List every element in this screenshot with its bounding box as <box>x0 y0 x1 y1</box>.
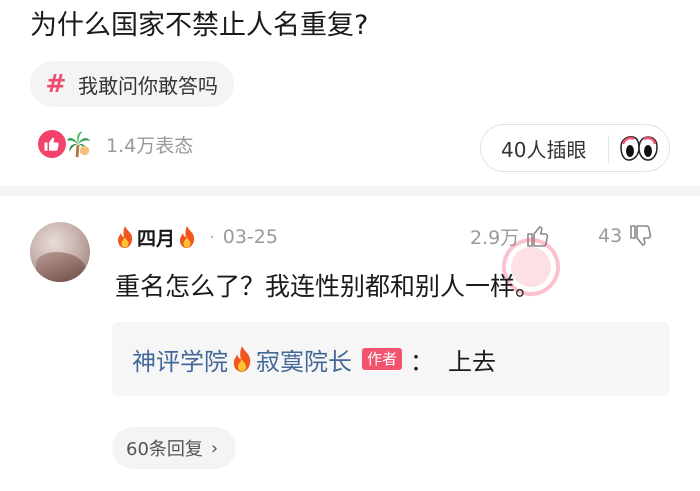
author-badge: 作者 <box>362 348 403 370</box>
meta-separator-dot: · <box>209 226 215 248</box>
thumbs-down-icon <box>630 225 652 246</box>
dislike-count: 43 <box>598 225 623 247</box>
reply-text: 上去 <box>448 347 497 376</box>
thumbs-up-icon <box>36 128 68 160</box>
comment-username[interactable]: 四月 <box>137 224 175 251</box>
reply-author[interactable]: 神评学院 寂寞院长 <box>132 342 352 377</box>
topic-chip[interactable]: # 我敢问你敢答吗 <box>30 61 234 107</box>
peek-button[interactable]: 40人插眼 <box>480 124 670 172</box>
comment-date: 03-25 <box>222 226 278 248</box>
topic-label: 我敢问你敢答吗 <box>78 73 218 98</box>
section-separator <box>0 186 700 196</box>
replies-count-label: 60条回复 <box>126 439 203 460</box>
reply-preview[interactable]: 神评学院 寂寞院长 作者 ： 上去 <box>112 322 670 396</box>
reply-colon: ： <box>410 347 435 376</box>
fire-icon <box>180 226 195 248</box>
view-replies-button[interactable]: 60条回复 › <box>112 427 237 469</box>
reply-author-suffix: 寂寞院长 <box>256 347 352 376</box>
reactions[interactable]: 1.4万表态 <box>36 128 193 160</box>
reaction-count: 1.4万表态 <box>106 134 194 157</box>
reply-author-name: 神评学院 <box>132 347 228 376</box>
fire-icon <box>118 226 133 248</box>
eyes-icon <box>620 136 658 161</box>
comment-meta: 四月 · 03-25 <box>115 223 278 251</box>
hash-icon: # <box>45 69 67 98</box>
avatar[interactable] <box>30 222 90 282</box>
post-header: 为什么国家不禁止人名重复? # 我敢问你敢答吗 1.4万表态 40人插眼 <box>0 0 700 186</box>
dislike-button[interactable]: 43 <box>598 221 654 251</box>
page: 为什么国家不禁止人名重复? # 我敢问你敢答吗 1.4万表态 40人插眼 四月 … <box>0 0 700 491</box>
peek-label: 40人插眼 <box>501 137 587 162</box>
peek-divider <box>608 135 609 163</box>
comment-text: 重名怎么了？我连性别都和别人一样。 <box>115 272 541 301</box>
chevron-right-icon: › <box>210 437 219 459</box>
post-title[interactable]: 为什么国家不禁止人名重复? <box>30 6 368 46</box>
fire-icon <box>233 346 251 372</box>
